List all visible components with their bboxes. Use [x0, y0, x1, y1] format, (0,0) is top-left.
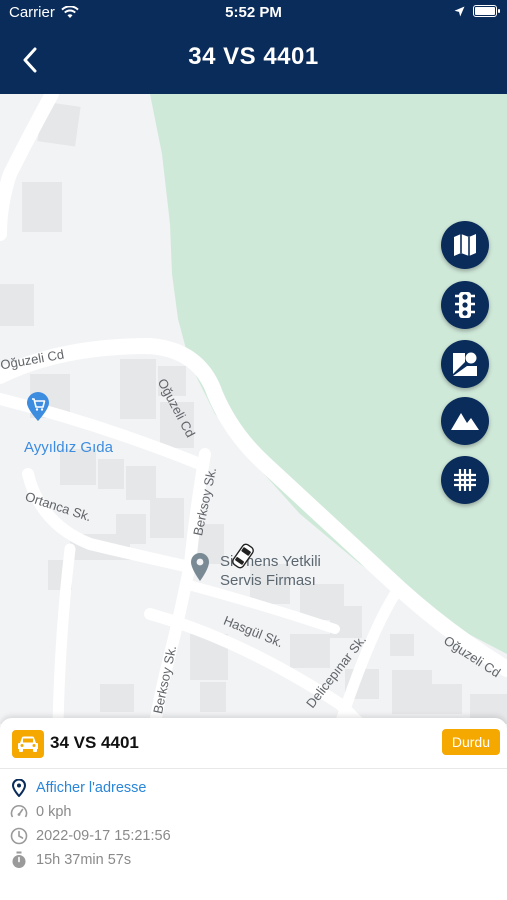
status-badge: Durdu: [441, 729, 500, 755]
map-view[interactable]: Oğuzeli Cd Oğuzeli Cd Oğuzeli Cd Berksoy…: [0, 94, 507, 724]
poi-label[interactable]: Ayyıldız Gıda: [24, 439, 113, 456]
poi-label-line2: Servis Firması: [220, 572, 316, 589]
address-link-row[interactable]: Afficher l'adresse: [10, 779, 147, 797]
terrain-icon: [451, 413, 479, 430]
location-arrow-icon: [454, 6, 465, 16]
location-pin-icon: [10, 779, 28, 797]
car-icon: [18, 736, 38, 752]
battery-icon: [473, 5, 500, 17]
divider: [0, 768, 507, 769]
speed-row: 0 kph: [10, 803, 71, 821]
grid-button[interactable]: [441, 456, 489, 504]
vehicle-plate: 34 VS 4401: [50, 733, 139, 752]
places-button[interactable]: [441, 340, 489, 388]
clock-icon: [10, 827, 28, 845]
speed-value: 0 kph: [36, 804, 72, 820]
traffic-button[interactable]: [441, 281, 489, 329]
car-badge: [12, 730, 44, 758]
map-type-button[interactable]: [441, 221, 489, 269]
navigation-bar: 34 VS 4401: [0, 26, 507, 94]
grid-icon: [454, 469, 476, 491]
datetime-value: 2022-09-17 15:21:56: [36, 828, 171, 844]
terrain-button[interactable]: [441, 397, 489, 445]
stopwatch-icon: [10, 851, 28, 869]
traffic-icon: [455, 292, 475, 318]
vehicle-info-panel: 34 VS 4401 Durdu Afficher l'adresse 0 kp…: [0, 718, 507, 900]
page-title: 34 VS 4401: [188, 43, 319, 70]
map-pin-icon[interactable]: [190, 552, 210, 582]
status-bar: Carrier 5:52 PM: [0, 0, 507, 26]
map-type-icon: [454, 234, 476, 256]
vehicle-marker-icon[interactable]: [229, 542, 257, 570]
duration-value: 15h 37min 57s: [36, 852, 132, 868]
shopping-cart-pin-icon[interactable]: [26, 392, 50, 422]
places-icon: [453, 352, 477, 376]
datetime-row: 2022-09-17 15:21:56: [10, 827, 171, 845]
clock: 5:52 PM: [225, 4, 282, 21]
speedometer-icon: [10, 803, 28, 821]
address-link[interactable]: Afficher l'adresse: [36, 780, 147, 796]
duration-row: 15h 37min 57s: [10, 851, 131, 869]
